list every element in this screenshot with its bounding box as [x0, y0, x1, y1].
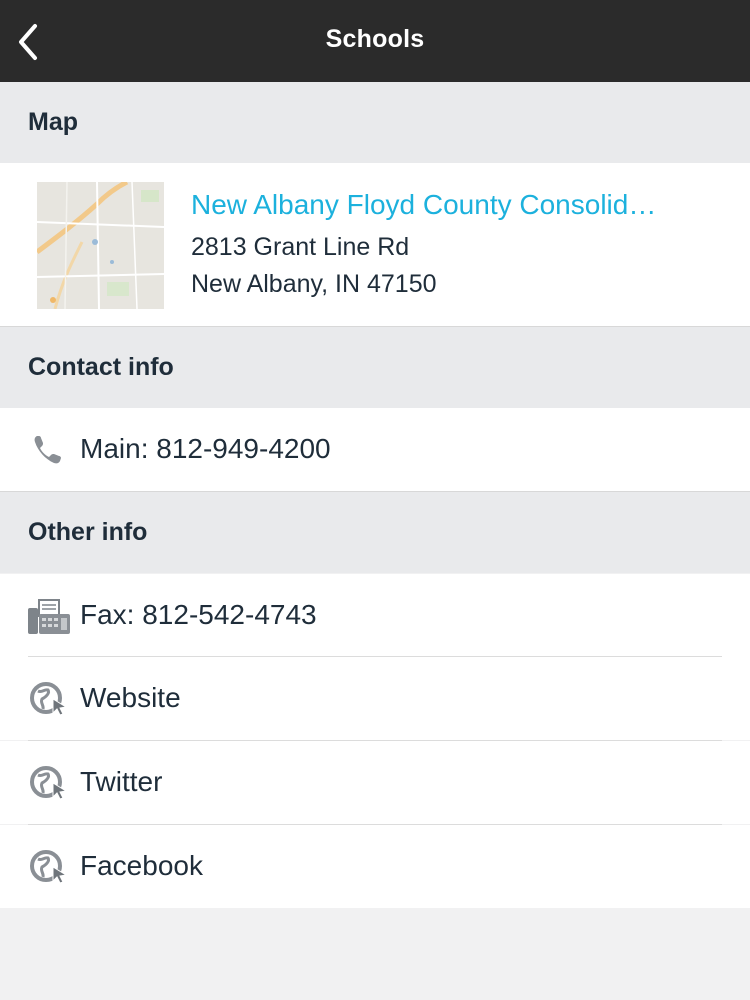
fax-label: Fax: 812-542-4743	[80, 599, 317, 630]
twitter-label: Twitter	[80, 766, 163, 797]
section-header-other: Other info	[0, 492, 750, 573]
fax-icon	[26, 594, 72, 638]
facebook-label: Facebook	[80, 850, 203, 881]
section-header-map: Map	[0, 82, 750, 163]
school-name-link[interactable]: New Albany Floyd County Consolid…	[191, 189, 721, 221]
list-item-twitter[interactable]: Twitter	[0, 741, 750, 824]
list-item-fax[interactable]: Fax: 812-542-4743	[0, 574, 750, 657]
map-card[interactable]: New Albany Floyd County Consolid… 2813 G…	[0, 163, 750, 326]
address-line-1: 2813 Grant Line Rd	[191, 233, 410, 261]
section-header-contact: Contact info	[0, 327, 750, 408]
phone-icon	[26, 428, 72, 472]
globe-icon	[26, 677, 72, 721]
list-item-phone[interactable]: Main: 812-949-4200	[0, 408, 750, 491]
website-label: Website	[80, 682, 181, 713]
globe-icon	[26, 845, 72, 889]
address-line-2: New Albany, IN 47150	[191, 270, 437, 298]
list-item-website[interactable]: Website	[0, 657, 750, 740]
phone-label: Main: 812-949-4200	[80, 433, 331, 464]
list-item-facebook[interactable]: Facebook	[0, 825, 750, 908]
page-title: Schools	[325, 25, 425, 53]
globe-icon	[26, 761, 72, 805]
nav-bar: Schools	[0, 0, 750, 82]
map-thumbnail[interactable]	[37, 182, 164, 309]
